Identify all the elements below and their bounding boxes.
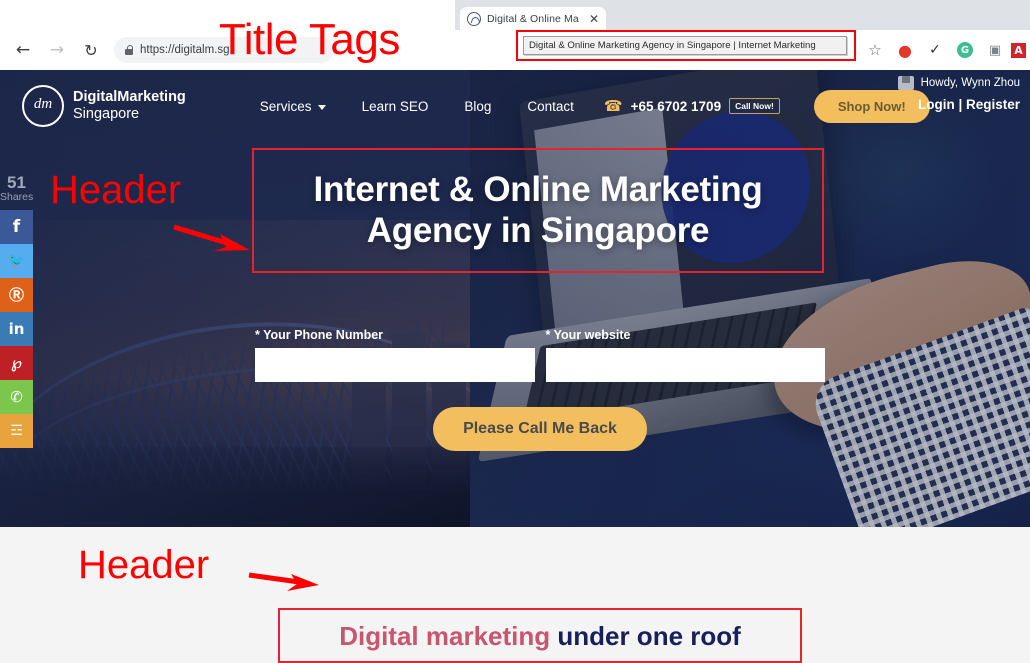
phone-field-label: * Your Phone Number [255,328,384,342]
login-register-links[interactable]: Login | Register [898,97,1020,112]
site-favicon-icon [467,11,481,26]
chevron-down-icon [317,104,326,110]
section-subheading: Digital marketing under one roof [339,623,741,649]
annotation-label-title-tags: Title Tags [219,15,400,64]
twitter-icon[interactable]: 🐦 [0,243,33,278]
browser-tab[interactable]: Digital & Online Ma ✕ [460,7,606,30]
website-input[interactable] [545,348,825,382]
check-mark-extension-icon[interactable]: ✓ [921,36,949,64]
dm-monogram-icon [22,85,64,127]
address-bar-url: https://digitalm.sg [140,44,230,56]
annotation-label-header-hero: Header [50,168,182,212]
user-avatar-icon [897,76,914,90]
share-count: 51 Shares [0,174,33,203]
howdy-greeting: Howdy, Wynn Zhou [920,77,1020,89]
site-logo-text: DigitalMarketing Singapore [73,89,186,123]
screenshot-root: Digital & Online Ma ✕ ← → ↻ https://digi… [0,0,1030,663]
share-more-icon[interactable]: ☲ [0,413,33,448]
callback-form: * Your Phone Number * Your website Pleas… [255,328,825,451]
annotation-label-header-lower: Header [78,543,210,587]
reload-button[interactable]: ↻ [74,33,108,67]
bookmark-star-icon[interactable]: ☆ [861,36,889,64]
primary-nav: Services Learn SEO Blog Contact ☎ +65 67… [242,89,930,123]
linkedin-icon[interactable]: in [0,311,33,346]
annotation-box-title-tag [516,30,856,61]
reddit-icon[interactable]: Ⓡ [0,277,33,312]
nav-item-contact[interactable]: Contact [509,99,592,114]
howdy-row: Howdy, Wynn Zhou [897,76,1020,90]
annotation-arrow-hero [173,224,250,251]
share-count-number: 51 [7,173,26,192]
phone-field-group: * Your Phone Number [255,328,535,382]
account-area: Howdy, Wynn Zhou Login | Register [897,76,1020,112]
browser-toolbar-icons: ☆ ● ✓ G ▣ A [861,30,1026,70]
facebook-icon[interactable]: f [0,209,33,244]
subheading-part-1: Digital marketing [339,620,558,651]
nav-item-blog[interactable]: Blog [446,99,509,114]
nav-item-services-label: Services [259,98,312,114]
browser-chrome: Digital & Online Ma ✕ ← → ↻ https://digi… [0,0,1030,70]
whatsapp-icon[interactable]: ✆ [0,379,33,414]
phone-icon: ☎ [603,97,623,115]
screenshot-camera-icon[interactable]: ▣ [981,36,1009,64]
phone-number: +65 6702 1709 [630,98,722,114]
site-navbar: DigitalMarketing Singapore Services Lear… [0,70,1030,142]
form-row: * Your Phone Number * Your website [255,328,825,382]
website-field-group: * Your website [545,328,825,382]
nav-item-learn-seo[interactable]: Learn SEO [344,99,447,114]
site-logo-line1: DigitalMarketing [73,88,186,105]
call-now-badge[interactable]: Call Now! [729,98,780,114]
subheading-part-2: under one roof [557,620,741,651]
browser-tab-title: Digital & Online Ma [487,12,579,25]
pinterest-icon[interactable]: ℘ [0,345,33,380]
phone-input[interactable] [255,348,535,382]
site-logo[interactable]: DigitalMarketing Singapore [22,85,186,127]
back-button[interactable]: ← [6,33,40,67]
hero-section: DigitalMarketing Singapore Services Lear… [0,70,1030,527]
opera-extension-icon[interactable]: ● [891,36,919,64]
annotation-arrow-lower [248,572,319,591]
nav-item-services[interactable]: Services [242,99,344,114]
social-share-rail: 51 Shares f 🐦 Ⓡ in ℘ ✆ ☲ [0,174,33,448]
website-field-label: * Your website [545,328,631,342]
site-logo-line2: Singapore [73,106,140,122]
phone-block[interactable]: ☎ +65 6702 1709 Call Now! [604,97,780,115]
forward-button[interactable]: → [40,33,74,67]
hero-headline: Internet & Online Marketing Agency in Si… [313,169,763,250]
please-call-me-back-button[interactable]: Please Call Me Back [433,407,647,451]
grammarly-extension-icon[interactable]: G [957,42,973,58]
lock-icon [125,45,134,55]
annotation-box-subheading: Digital marketing under one roof [278,608,802,663]
annotation-box-hero-header: Internet & Online Marketing Agency in Si… [252,148,824,273]
adobe-acrobat-icon[interactable]: A [1011,42,1026,58]
close-icon[interactable]: ✕ [589,13,599,25]
share-count-label: Shares [0,190,34,203]
